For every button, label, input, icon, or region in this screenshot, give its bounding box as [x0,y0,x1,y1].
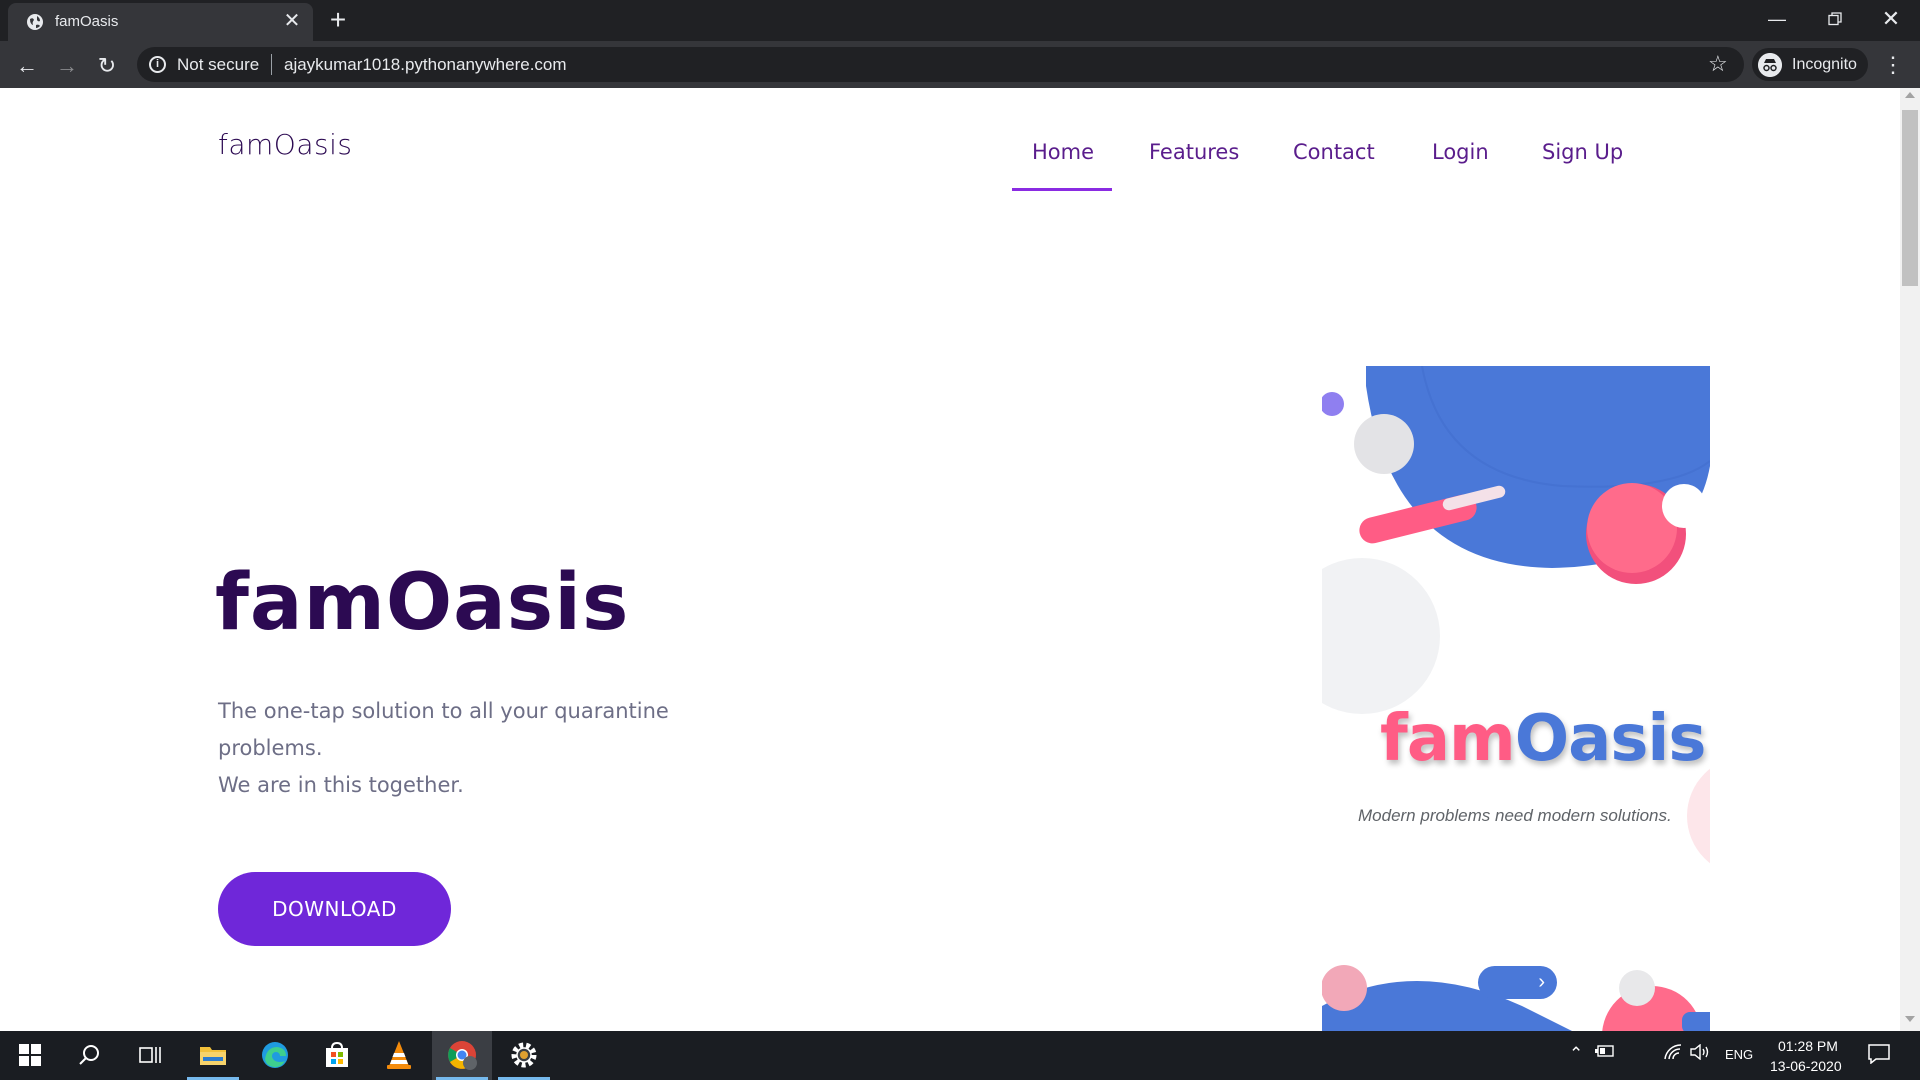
illustration-tagline: Modern problems need modern solutions. [1358,806,1672,825]
browser-menu-icon[interactable]: ⋮ [1882,50,1904,80]
nav-signup-link[interactable]: Sign Up [1542,140,1623,164]
notification-center-icon[interactable] [1868,1044,1890,1064]
illustration-logo-text: famOasis [1380,702,1707,776]
nav-login-link[interactable]: Login [1432,140,1489,164]
incognito-label: Incognito [1792,56,1857,73]
hero-line-1: The one-tap solution to all your quarant… [218,699,669,760]
info-icon[interactable]: i [149,56,166,73]
window-close-icon[interactable]: ✕ [1862,0,1920,38]
address-bar[interactable]: i Not secure ajaykumar1018.pythonanywher… [137,47,1744,82]
hero-title: famOasis [215,558,630,648]
reload-icon[interactable]: ↻ [91,50,123,82]
file-explorer-button[interactable] [183,1031,243,1080]
hero-illustration: famOasis Modern problems need modern sol… [1322,366,1710,1031]
settings-app-button[interactable] [494,1031,554,1080]
folder-icon [200,1047,226,1065]
active-nav-indicator [1012,188,1112,191]
store-button[interactable] [307,1031,367,1080]
search-icon [79,1045,99,1065]
page-scrollbar[interactable] [1900,88,1920,1031]
illustration-shapes [1322,366,1710,1031]
language-indicator[interactable]: ENG [1725,1047,1753,1062]
vlc-cone-icon [387,1041,411,1069]
battery-icon[interactable] [1595,1044,1615,1058]
next-arrow-button[interactable]: › [1478,966,1557,999]
forward-icon[interactable]: → [51,50,83,82]
bookmark-star-icon[interactable]: ☆ [1708,51,1728,77]
vlc-button[interactable] [369,1031,429,1080]
logo-oasis: Oasis [1514,702,1707,776]
search-button[interactable] [60,1031,120,1080]
not-secure-label[interactable]: Not secure [177,55,259,75]
url-divider [271,54,272,75]
tab-title: famOasis [55,13,119,30]
windows-taskbar: ⌃ ENG 01:28 PM 13-06-2020 [0,1031,1920,1080]
nav-home-link[interactable]: Home [1032,140,1094,164]
scroll-down-arrow-icon[interactable] [1905,1016,1915,1022]
volume-icon[interactable] [1690,1044,1710,1060]
hero-description: The one-tap solution to all your quarant… [218,693,688,804]
gear-icon [511,1042,537,1068]
restore-icon[interactable] [1806,0,1864,38]
store-bag-icon [326,1041,348,1067]
page-viewport: famOasis Home Features Contact Login Sig… [0,88,1900,1031]
show-hidden-icons-chevron-icon[interactable]: ⌃ [1569,1044,1583,1064]
edge-button[interactable] [245,1031,305,1080]
start-button[interactable] [0,1031,60,1080]
browser-titlebar: famOasis ✕ + — ✕ [0,0,1920,41]
browser-toolbar: ← → ↻ i Not secure ajaykumar1018.pythona… [0,41,1920,88]
incognito-icon [1758,53,1782,77]
incognito-indicator[interactable]: Incognito [1752,48,1868,81]
globe-icon [27,14,43,30]
hero-line-2: We are in this together. [218,773,464,797]
tab-close-icon[interactable]: ✕ [280,9,304,33]
scroll-thumb[interactable] [1902,110,1918,286]
clock-date[interactable]: 13-06-2020 [1770,1058,1842,1074]
chrome-incognito-icon [448,1041,477,1070]
scroll-up-arrow-icon[interactable] [1905,92,1915,98]
wifi-icon[interactable] [1664,1044,1682,1060]
task-view-icon [139,1047,161,1063]
edge-browser-icon [262,1042,288,1068]
task-view-button[interactable] [120,1031,180,1080]
download-button[interactable]: DOWNLOAD [218,872,451,946]
site-brand[interactable]: famOasis [218,128,352,161]
chrome-button[interactable] [432,1031,492,1080]
logo-fam: fam [1380,702,1516,776]
minimize-icon[interactable]: — [1748,0,1806,38]
url-text[interactable]: ajaykumar1018.pythonanywhere.com [284,55,567,75]
clock-time[interactable]: 01:28 PM [1778,1038,1838,1054]
nav-contact-link[interactable]: Contact [1293,140,1375,164]
chevron-right-icon: › [1538,971,1545,993]
windows-logo-icon [19,1044,41,1066]
back-icon[interactable]: ← [11,50,43,82]
browser-tab[interactable]: famOasis ✕ [8,3,313,41]
new-tab-icon[interactable]: + [323,5,353,35]
nav-features-link[interactable]: Features [1149,140,1239,164]
